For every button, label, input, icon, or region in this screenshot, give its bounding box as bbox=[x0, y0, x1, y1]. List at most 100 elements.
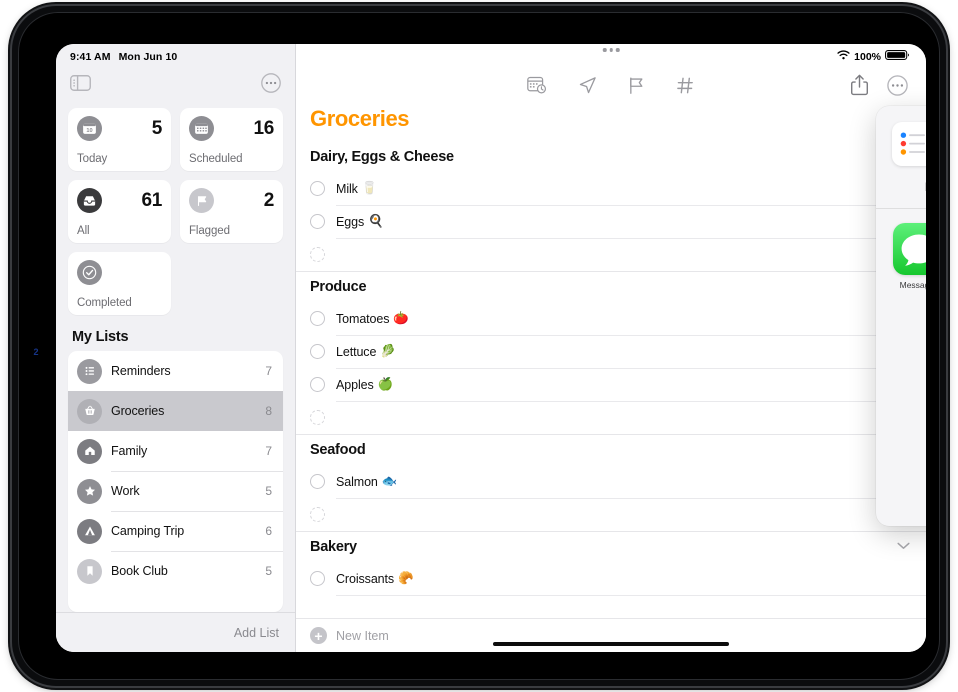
checkmark-circle-icon bbox=[77, 260, 102, 285]
reminder-item[interactable]: Eggs 🍳 bbox=[296, 205, 926, 238]
sidebar-item-family[interactable]: Family 7 bbox=[68, 431, 283, 471]
reminder-item-empty[interactable] bbox=[296, 498, 926, 531]
multitask-handle[interactable] bbox=[602, 48, 620, 52]
sidebar-more-button[interactable] bbox=[261, 73, 281, 93]
reminder-emoji: 🥐 bbox=[398, 571, 414, 585]
popover-permission-text: People you invite can add others. bbox=[925, 180, 926, 194]
hashtag-icon[interactable] bbox=[676, 76, 695, 95]
reminder-item[interactable]: Lettuce 🥬 bbox=[296, 335, 926, 368]
basket-icon bbox=[77, 398, 102, 424]
sidebar-item-camping-trip[interactable]: Camping Trip 6 bbox=[68, 511, 283, 551]
reminder-item[interactable]: Milk 🥛 bbox=[296, 172, 926, 205]
popover-permission-row[interactable]: People you invite can add others. bbox=[876, 166, 926, 209]
reminder-checkbox[interactable] bbox=[310, 377, 325, 392]
smart-card-flagged[interactable]: 2 Flagged bbox=[180, 180, 283, 243]
reminder-item[interactable]: Tomatoes 🍅 bbox=[296, 302, 926, 335]
status-time: 9:41 AM bbox=[70, 50, 111, 63]
sidebar-item-groceries[interactable]: Groceries 8 bbox=[68, 391, 283, 431]
section-title: Seafood bbox=[310, 442, 366, 458]
sidebar-item-count: 5 bbox=[265, 484, 272, 498]
reminder-checkbox[interactable] bbox=[310, 571, 325, 586]
sidebar-item-count: 7 bbox=[265, 364, 272, 378]
reminder-checkbox[interactable] bbox=[310, 247, 325, 262]
section-header-bakery[interactable]: Bakery bbox=[296, 531, 926, 562]
section-title: Bakery bbox=[310, 539, 357, 555]
smart-card-count: 16 bbox=[253, 117, 274, 139]
reminder-text: Croissants bbox=[336, 571, 395, 586]
reminder-item[interactable]: Salmon 🐟 bbox=[296, 465, 926, 498]
sidebar-toggle-button[interactable] bbox=[70, 75, 91, 91]
reminder-checkbox[interactable] bbox=[310, 474, 325, 489]
reminder-emoji: 🍏 bbox=[377, 377, 394, 391]
sidebar-item-book-club[interactable]: Book Club 5 bbox=[68, 551, 283, 591]
reminder-checkbox[interactable] bbox=[310, 214, 325, 229]
reminder-emoji: 🍅 bbox=[393, 311, 409, 325]
section-title: Produce bbox=[310, 279, 367, 295]
main-toolbar bbox=[296, 66, 926, 104]
smart-card-count: 2 bbox=[263, 189, 275, 211]
reminder-item-empty[interactable] bbox=[296, 238, 926, 271]
house-icon bbox=[77, 438, 102, 464]
section-title: Dairy, Eggs & Cheese bbox=[310, 149, 454, 165]
messages-app-icon bbox=[893, 223, 926, 275]
page-title: Groceries bbox=[310, 106, 410, 131]
home-indicator bbox=[493, 641, 729, 646]
smart-card-count: 5 bbox=[151, 117, 163, 139]
share-target-messages[interactable]: Messages bbox=[892, 223, 926, 290]
sidebar-item-label: Reminders bbox=[111, 364, 171, 378]
sidebar-item-count: 6 bbox=[265, 524, 272, 538]
reminder-item[interactable]: Apples 🍏 bbox=[296, 368, 926, 401]
battery-full-icon bbox=[885, 49, 910, 64]
share-icon[interactable] bbox=[850, 74, 869, 96]
svg-text:10: 10 bbox=[86, 128, 92, 134]
smart-card-scheduled[interactable]: 16 Scheduled bbox=[180, 108, 283, 171]
share-target-label: Messages bbox=[899, 280, 926, 290]
smart-card-label: Today bbox=[77, 153, 108, 165]
smart-card-label: Flagged bbox=[189, 225, 230, 237]
tent-icon bbox=[77, 518, 102, 544]
reminder-emoji: 🥬 bbox=[380, 344, 396, 358]
bookmark-icon bbox=[77, 558, 102, 584]
flag-icon[interactable] bbox=[628, 76, 645, 95]
section-header-produce[interactable]: Produce bbox=[296, 271, 926, 302]
reminder-item[interactable]: Croissants 🥐 bbox=[296, 562, 926, 595]
sidebar-item-count: 8 bbox=[265, 404, 272, 418]
smart-card-completed[interactable]: Completed bbox=[68, 252, 171, 315]
chevron-down-icon[interactable] bbox=[897, 541, 910, 553]
section-header-seafood[interactable]: Seafood bbox=[296, 434, 926, 465]
sidebar-item-reminders[interactable]: Reminders 7 bbox=[68, 351, 283, 391]
ipad-screen: 9:41 AM Mon Jun 10 10 5 Today 16 Schedul… bbox=[56, 44, 926, 652]
add-list-button[interactable]: Add List bbox=[234, 626, 279, 640]
sidebar-toggle-icon bbox=[70, 75, 91, 91]
section-header-dairy[interactable]: Dairy, Eggs & Cheese bbox=[296, 142, 926, 172]
new-item-label: New Item bbox=[336, 628, 389, 643]
reminder-text: Lettuce bbox=[336, 344, 377, 359]
status-date: Mon Jun 10 bbox=[118, 50, 178, 63]
reminder-checkbox[interactable] bbox=[310, 410, 325, 425]
smart-card-today[interactable]: 10 5 Today bbox=[68, 108, 171, 171]
calendar-clock-icon[interactable] bbox=[527, 76, 547, 94]
reminder-emoji: 🥛 bbox=[361, 181, 378, 195]
location-arrow-icon[interactable] bbox=[578, 76, 597, 95]
reminders-content: Groceries Dairy, Eggs & Cheese Milk 🥛 Eg… bbox=[296, 104, 926, 618]
sidebar-item-count: 5 bbox=[265, 564, 272, 578]
reminder-checkbox[interactable] bbox=[310, 181, 325, 196]
my-lists-header: My Lists bbox=[72, 329, 129, 345]
battery-percent: 100% bbox=[854, 50, 881, 63]
reminder-checkbox[interactable] bbox=[310, 507, 325, 522]
new-item-button[interactable]: + New Item bbox=[296, 618, 926, 652]
sidebar-item-count: 7 bbox=[265, 444, 272, 458]
smart-card-all[interactable]: 61 All bbox=[68, 180, 171, 243]
star-icon bbox=[77, 478, 102, 504]
sidebar-item-work[interactable]: Work 5 bbox=[68, 471, 283, 511]
reminder-checkbox[interactable] bbox=[310, 311, 325, 326]
reminder-emoji: 🍳 bbox=[368, 214, 384, 228]
main-more-button[interactable] bbox=[887, 74, 908, 96]
reminder-item-empty[interactable] bbox=[296, 401, 926, 434]
sidebar-toolbar bbox=[56, 66, 295, 100]
smart-card-label: All bbox=[77, 225, 90, 237]
reminder-checkbox[interactable] bbox=[310, 344, 325, 359]
reminder-text: Salmon bbox=[336, 474, 378, 489]
my-lists-card: Reminders 7 Groceries 8 Family 7 Work 5 … bbox=[68, 351, 283, 612]
reminder-text: Eggs bbox=[336, 214, 365, 229]
